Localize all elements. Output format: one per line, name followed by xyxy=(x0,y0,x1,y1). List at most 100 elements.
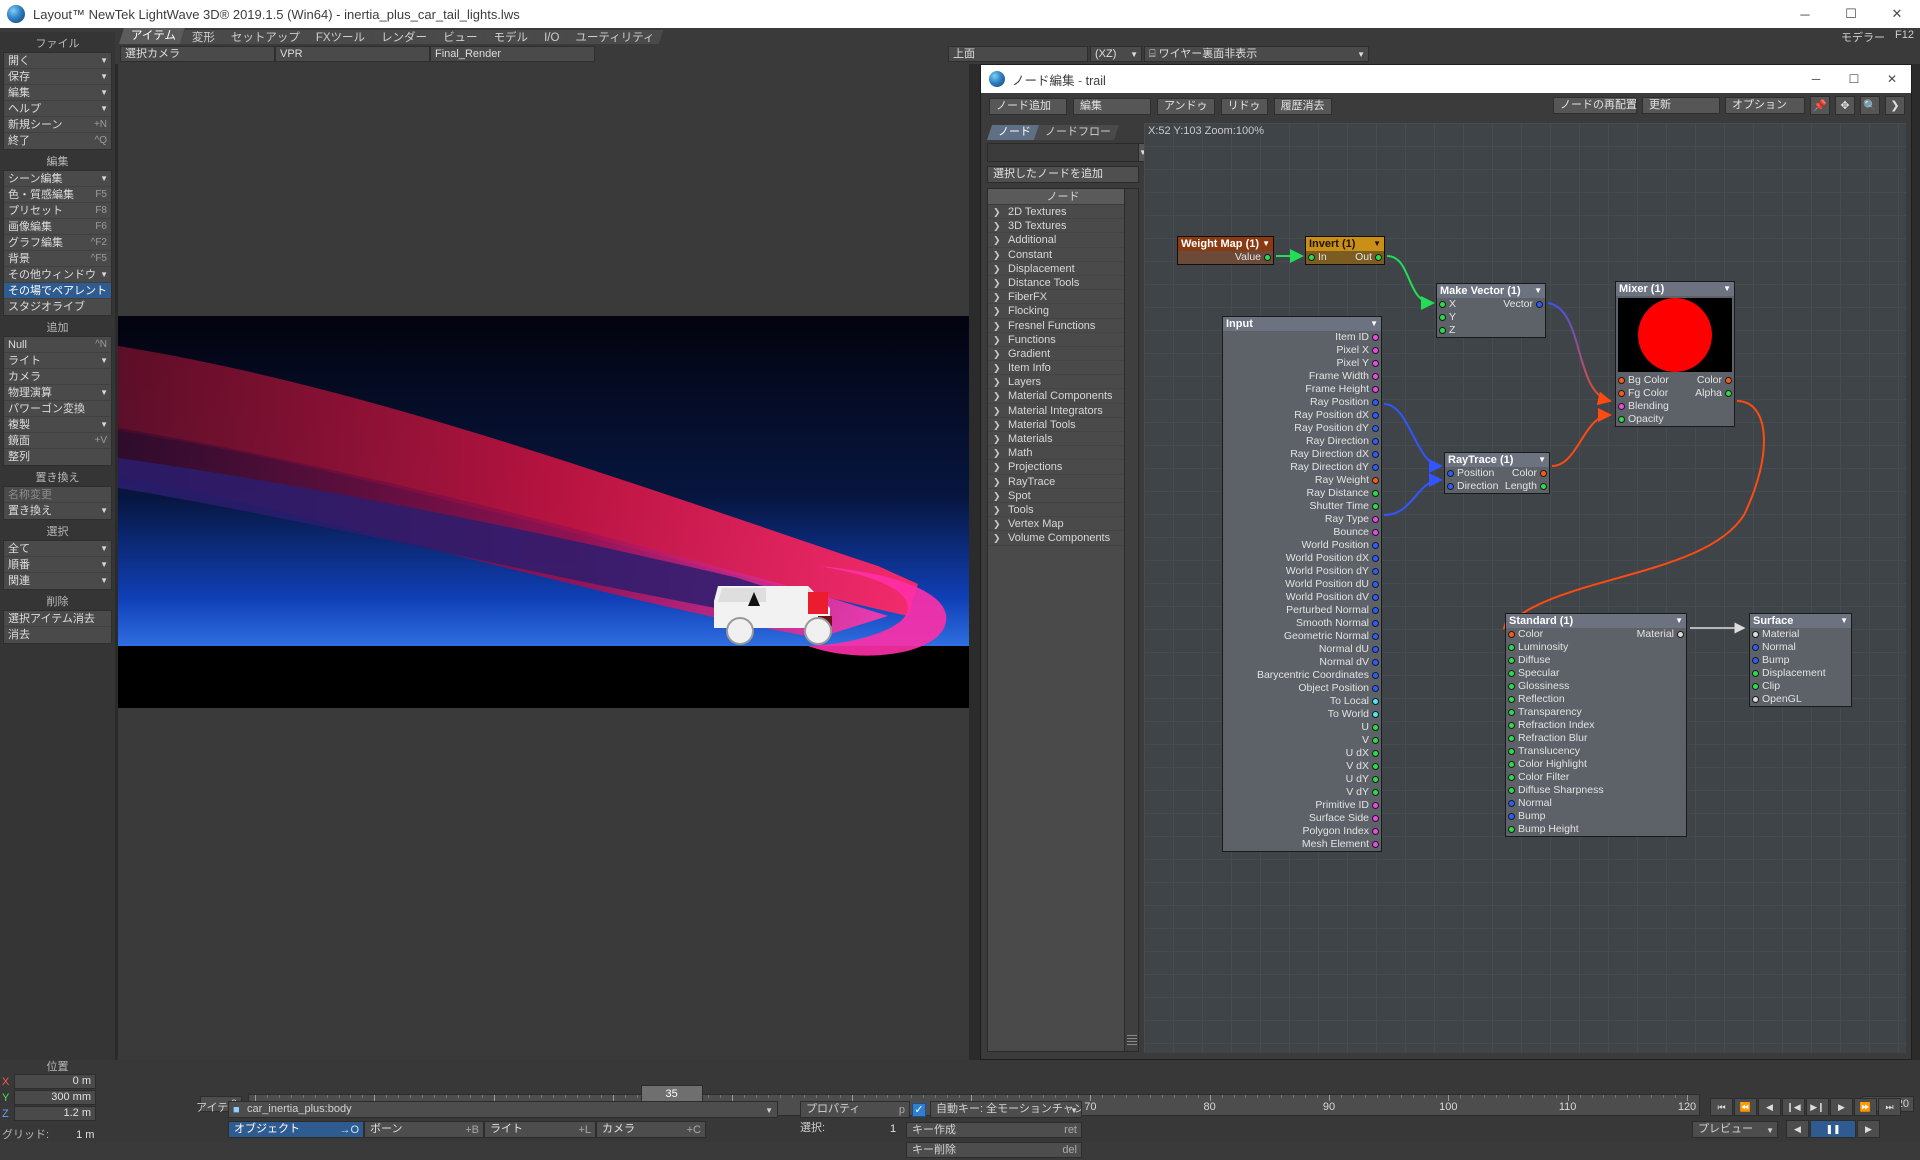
sidebar-item-3-0[interactable]: 名称変更 xyxy=(4,487,111,503)
node-category-item[interactable]: ❯ Materials xyxy=(988,432,1138,447)
chevron-down-icon[interactable]: ▼ xyxy=(1373,237,1381,251)
output-port-dot[interactable] xyxy=(1372,737,1379,744)
move-icon[interactable]: ✥ xyxy=(1835,96,1855,115)
zoom-icon[interactable]: 🔍 xyxy=(1860,96,1880,115)
input-port-dot[interactable] xyxy=(1447,470,1454,477)
preview-select[interactable]: プレビュー ▼ xyxy=(1692,1121,1778,1138)
output-port-dot[interactable] xyxy=(1372,438,1379,445)
input-port-dot[interactable] xyxy=(1508,813,1515,820)
node-header[interactable]: Standard (1) ▼ xyxy=(1506,614,1686,628)
pin-icon[interactable]: 📌 xyxy=(1810,96,1830,115)
node-editor-minimize-button[interactable]: ─ xyxy=(1797,65,1835,93)
playback-pause-button[interactable]: ❚❚ xyxy=(1810,1120,1856,1138)
undo-button[interactable]: アンドゥ xyxy=(1157,97,1215,115)
input-port-dot[interactable] xyxy=(1508,709,1515,716)
node-category-item[interactable]: ❯ Distance Tools xyxy=(988,276,1138,291)
input-port-dot[interactable] xyxy=(1618,416,1625,423)
mode-button-3[interactable]: カメラ +C xyxy=(596,1121,706,1138)
properties-button[interactable]: プロパティ p xyxy=(800,1101,910,1118)
chevron-down-icon[interactable]: ▼ xyxy=(1675,614,1683,628)
input-port-dot[interactable] xyxy=(1508,774,1515,781)
node-graph-canvas[interactable]: X:52 Y:103 Zoom:100% Weight Map (1) ▼ Va… xyxy=(1144,123,1906,1053)
output-port-dot[interactable] xyxy=(1372,802,1379,809)
output-port-dot[interactable] xyxy=(1677,631,1684,638)
output-port-dot[interactable] xyxy=(1372,386,1379,393)
node-editor-maximize-button[interactable]: ☐ xyxy=(1835,65,1873,93)
node-search-input[interactable] xyxy=(987,143,1139,162)
close-button[interactable]: ✕ xyxy=(1874,0,1920,28)
axis-value-Z[interactable]: 1.2 m xyxy=(14,1106,96,1121)
output-port-dot[interactable] xyxy=(1375,254,1382,261)
node-raytrace[interactable]: RayTrace (1) ▼ Position Color Direction Lengt… xyxy=(1444,452,1550,494)
node-category-item[interactable]: ❯ Material Tools xyxy=(988,418,1138,432)
sidebar-item-1-3[interactable]: 画像編集 F6 xyxy=(4,219,111,235)
output-port-dot[interactable] xyxy=(1372,711,1379,718)
add-selected-node-button[interactable]: 選択したノードを追加 xyxy=(987,166,1139,183)
node-category-item[interactable]: ❯ Material Integrators xyxy=(988,404,1138,418)
output-port-dot[interactable] xyxy=(1372,542,1379,549)
node-category-item[interactable]: ❯ FiberFX xyxy=(988,290,1138,305)
node-category-item[interactable]: ❯ RayTrace xyxy=(988,475,1138,489)
options-button[interactable]: オプション xyxy=(1725,97,1805,114)
node-category-item[interactable]: ❯ Spot xyxy=(988,489,1138,503)
output-port-dot[interactable] xyxy=(1372,425,1379,432)
node-category-item[interactable]: ❯ 2D Textures xyxy=(988,205,1138,220)
input-port-dot[interactable] xyxy=(1439,314,1446,321)
output-port-dot[interactable] xyxy=(1372,503,1379,510)
output-port-dot[interactable] xyxy=(1372,724,1379,731)
output-port-dot[interactable] xyxy=(1372,828,1379,835)
input-port-dot[interactable] xyxy=(1752,631,1759,638)
first-frame-button[interactable]: ⏮ xyxy=(1710,1098,1733,1116)
output-port-dot[interactable] xyxy=(1372,477,1379,484)
node-header[interactable]: Surface ▼ xyxy=(1750,614,1851,628)
sidebar-item-1-4[interactable]: グラフ編集 ^F2 xyxy=(4,235,111,251)
sidebar-item-1-7[interactable]: その場でペアレント xyxy=(4,283,111,299)
mode-button-0[interactable]: オブジェクト →O xyxy=(228,1121,364,1138)
input-port-dot[interactable] xyxy=(1752,696,1759,703)
output-port-dot[interactable] xyxy=(1372,685,1379,692)
node-mixer[interactable]: Mixer (1) ▼ Bg Color Color Fg Color Alpha Blen… xyxy=(1615,281,1735,427)
maximize-button[interactable]: ☐ xyxy=(1828,0,1874,28)
sidebar-item-5-0[interactable]: 選択アイテム消去 xyxy=(4,611,111,627)
sidebar-item-0-0[interactable]: 開く ▼ xyxy=(4,53,111,69)
node-category-item[interactable]: ❯ Additional xyxy=(988,233,1138,248)
output-port-dot[interactable] xyxy=(1372,490,1379,497)
input-port-dot[interactable] xyxy=(1508,631,1515,638)
output-port-dot[interactable] xyxy=(1372,347,1379,354)
sidebar-item-1-0[interactable]: シーン編集 ▼ xyxy=(4,171,111,187)
node-editor-close-button[interactable]: ✕ xyxy=(1873,65,1911,93)
node-category-item[interactable]: ❯ Math xyxy=(988,446,1138,461)
output-port-dot[interactable] xyxy=(1372,594,1379,601)
sidebar-item-1-8[interactable]: スタジオライブ xyxy=(4,299,111,315)
node-category-item[interactable]: ❯ Volume Components xyxy=(988,531,1138,546)
sidebar-item-4-1[interactable]: 順番 ▼ xyxy=(4,557,111,573)
output-port-dot[interactable] xyxy=(1540,470,1547,477)
output-port-dot[interactable] xyxy=(1372,581,1379,588)
node-weightmap[interactable]: Weight Map (1) ▼ Value xyxy=(1177,236,1274,265)
node-surface[interactable]: Surface ▼ Material Normal Bump Displacement Cl… xyxy=(1749,613,1852,707)
output-port-dot[interactable] xyxy=(1372,841,1379,848)
node-category-item[interactable]: ❯ Constant xyxy=(988,248,1138,262)
sidebar-item-2-0[interactable]: Null ^N xyxy=(4,337,111,353)
sidebar-item-1-6[interactable]: その他ウィンドウ ▼ xyxy=(4,267,111,283)
node-category-item[interactable]: ❯ Material Components xyxy=(988,389,1138,404)
output-port-dot[interactable] xyxy=(1372,633,1379,640)
node-category-item[interactable]: ❯ 3D Textures xyxy=(988,219,1138,234)
output-port-dot[interactable] xyxy=(1372,672,1379,679)
edit-dropdown[interactable]: 編集 xyxy=(1073,97,1151,115)
sidebar-item-5-1[interactable]: 消去 xyxy=(4,627,111,643)
axis-value-X[interactable]: 0 m xyxy=(14,1074,96,1089)
output-port-dot[interactable] xyxy=(1372,373,1379,380)
output-port-dot[interactable] xyxy=(1372,750,1379,757)
input-port-dot[interactable] xyxy=(1508,800,1515,807)
input-port-dot[interactable] xyxy=(1508,670,1515,677)
sidebar-item-4-0[interactable]: 全て ▼ xyxy=(4,541,111,557)
output-port-dot[interactable] xyxy=(1725,377,1732,384)
input-port-dot[interactable] xyxy=(1447,483,1454,490)
chevron-down-icon[interactable]: ▼ xyxy=(1370,317,1378,331)
output-port-dot[interactable] xyxy=(1372,399,1379,406)
sidebar-item-2-1[interactable]: ライト ▼ xyxy=(4,353,111,369)
node-header[interactable]: Input ▼ xyxy=(1223,317,1381,331)
node-category-item[interactable]: ❯ Projections xyxy=(988,460,1138,475)
output-port-dot[interactable] xyxy=(1372,555,1379,562)
